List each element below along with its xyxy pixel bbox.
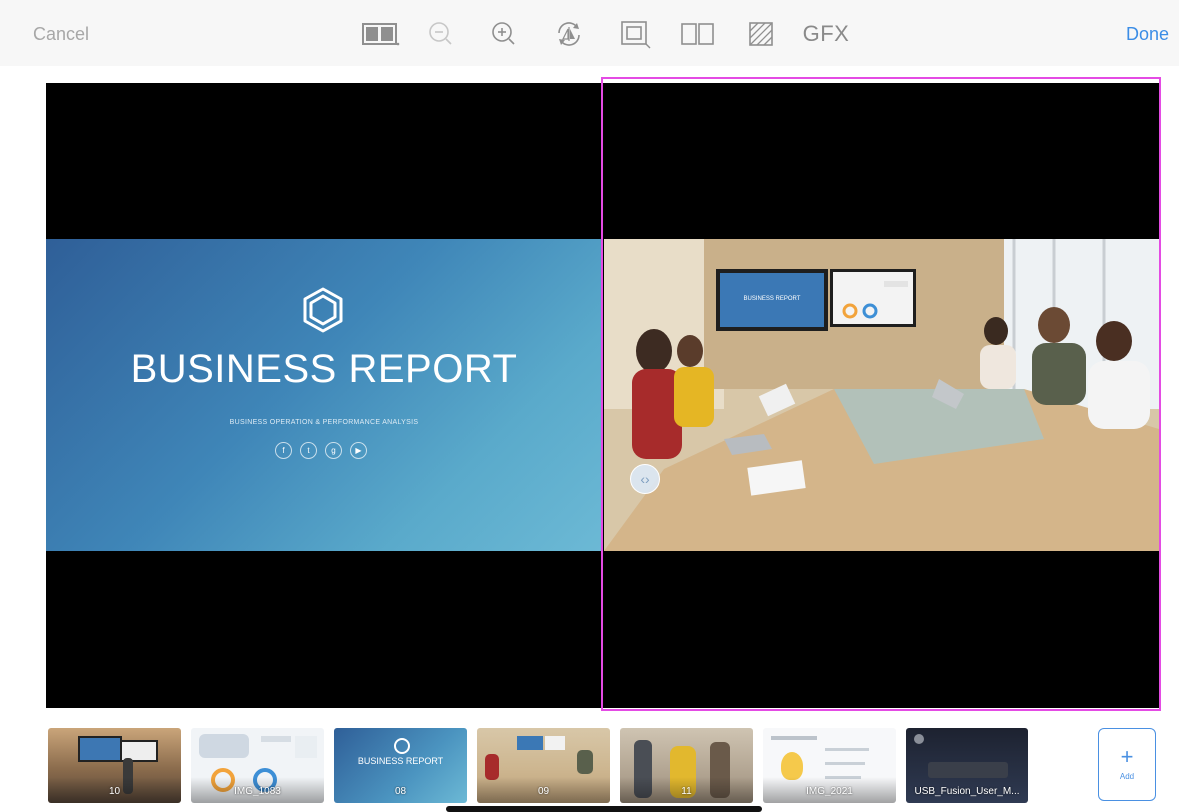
thumbnail-09[interactable]: 09 bbox=[477, 728, 610, 803]
thumbnail-label: IMG_1083 bbox=[234, 786, 281, 797]
thumbnail-10[interactable]: 10 bbox=[48, 728, 181, 803]
thumbnail-08[interactable]: BUSINESS REPORT 08 bbox=[334, 728, 467, 803]
rotate-flip-icon[interactable] bbox=[552, 18, 586, 50]
cancel-button[interactable]: Cancel bbox=[33, 23, 89, 45]
youtube-icon: ▶ bbox=[350, 442, 367, 459]
thumbnail-strip: 10 IMG_1083 BUSINESS REPORT 08 09 11 IMG… bbox=[0, 722, 1179, 812]
logo-icon bbox=[303, 287, 343, 333]
preview-canvas[interactable]: BUSINESS REPORT BUSINESS OPERATION & PER… bbox=[46, 83, 1159, 708]
plus-icon: + bbox=[1120, 744, 1134, 769]
thumbnail-label: IMG_2021 bbox=[806, 786, 853, 797]
monitor-title: BUSINESS REPORT bbox=[744, 296, 801, 302]
toolbar: Cancel GFX Done bbox=[0, 0, 1179, 66]
gfx-button[interactable]: GFX bbox=[802, 18, 850, 50]
zoom-out-icon[interactable] bbox=[426, 18, 456, 50]
thumbnail-label: 09 bbox=[537, 786, 550, 797]
social-icons: f t g ▶ bbox=[275, 442, 367, 459]
crop-frame-icon[interactable] bbox=[618, 18, 652, 50]
add-button[interactable]: + Add bbox=[1098, 728, 1156, 801]
thumbnail-img-1083[interactable]: IMG_1083 bbox=[191, 728, 324, 803]
split-view-icon[interactable] bbox=[680, 18, 716, 50]
meeting-photo[interactable]: BUSINESS REPORT bbox=[604, 239, 1159, 551]
thumbnail-img-2021[interactable]: IMG_2021 bbox=[763, 728, 896, 803]
google-icon: g bbox=[325, 442, 342, 459]
thumbnail-label: USB_Fusion_User_M... bbox=[914, 786, 1020, 797]
layout-icon[interactable] bbox=[358, 18, 402, 50]
zoom-in-icon[interactable] bbox=[489, 18, 519, 50]
slide-title: BUSINESS REPORT bbox=[130, 347, 518, 391]
thumbnail-11[interactable]: 11 bbox=[620, 728, 753, 803]
thumbnail-label: 10 bbox=[108, 786, 121, 797]
pattern-icon[interactable] bbox=[746, 18, 776, 50]
done-button[interactable]: Done bbox=[1126, 23, 1169, 45]
add-label: Add bbox=[1119, 772, 1135, 781]
thumbnail-title: BUSINESS REPORT bbox=[357, 756, 444, 766]
facebook-icon: f bbox=[275, 442, 292, 459]
slide-subtitle: BUSINESS OPERATION & PERFORMANCE ANALYSI… bbox=[229, 419, 419, 426]
twitter-icon: t bbox=[300, 442, 317, 459]
business-report-slide[interactable]: BUSINESS REPORT BUSINESS OPERATION & PER… bbox=[46, 239, 602, 551]
thumbnail-label: 08 bbox=[394, 786, 407, 797]
thumbnail-label: 11 bbox=[681, 786, 692, 797]
home-indicator bbox=[446, 806, 762, 812]
split-divider-handle[interactable]: ‹› bbox=[630, 464, 660, 494]
thumbnail-usb-fusion[interactable]: USB_Fusion_User_M... bbox=[906, 728, 1028, 803]
